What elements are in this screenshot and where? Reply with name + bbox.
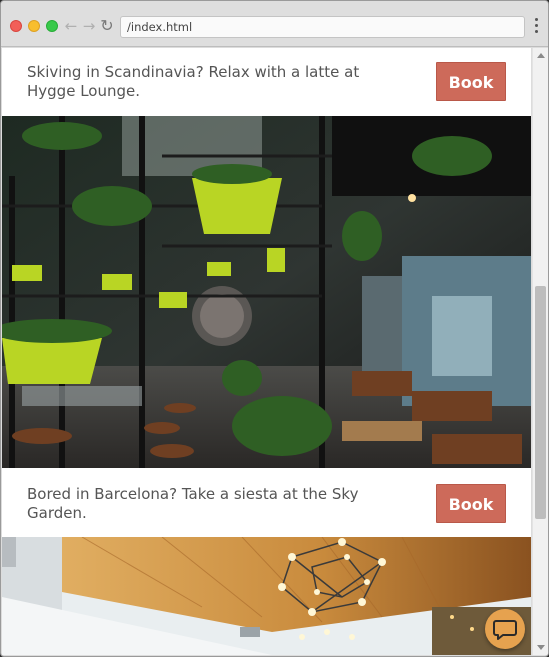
promo-card-sky-garden: Bored in Barcelona? Take a siesta at the… [2,468,531,537]
address-bar[interactable]: /index.html [120,16,525,38]
browser-toolbar: ← → ↻ /index.html [1,1,548,47]
minimize-window-button[interactable] [28,20,40,32]
promo-text: Bored in Barcelona? Take a siesta at the… [27,485,359,522]
browser-window: ← → ↻ /index.html Skiving in Scandinavia… [0,0,549,657]
reload-icon[interactable]: ↻ [99,16,115,36]
promo-text: Skiving in Scandinavia? Relax with a lat… [27,63,360,100]
scrollbar-thumb[interactable] [535,286,546,519]
sky-garden-photo [2,537,531,655]
forward-arrow-icon[interactable]: → [81,16,97,36]
maximize-window-button[interactable] [46,20,58,32]
chat-button[interactable] [485,609,525,649]
close-window-button[interactable] [10,20,22,32]
vertical-scrollbar[interactable] [532,48,548,655]
chat-bubble-icon [493,620,517,640]
back-arrow-icon[interactable]: ← [63,16,79,36]
promo-card-hygge: Skiving in Scandinavia? Relax with a lat… [2,48,531,116]
scroll-up-arrow-icon[interactable] [537,53,545,58]
browser-menu-icon[interactable] [531,16,543,36]
cafe-photo [2,116,531,468]
page-viewport: Skiving in Scandinavia? Relax with a lat… [2,48,531,655]
book-button[interactable]: Book [436,484,506,523]
scroll-down-arrow-icon[interactable] [537,645,545,650]
book-button[interactable]: Book [436,62,506,101]
sky-garden-image [2,537,531,655]
cafe-interior-image [2,116,531,468]
